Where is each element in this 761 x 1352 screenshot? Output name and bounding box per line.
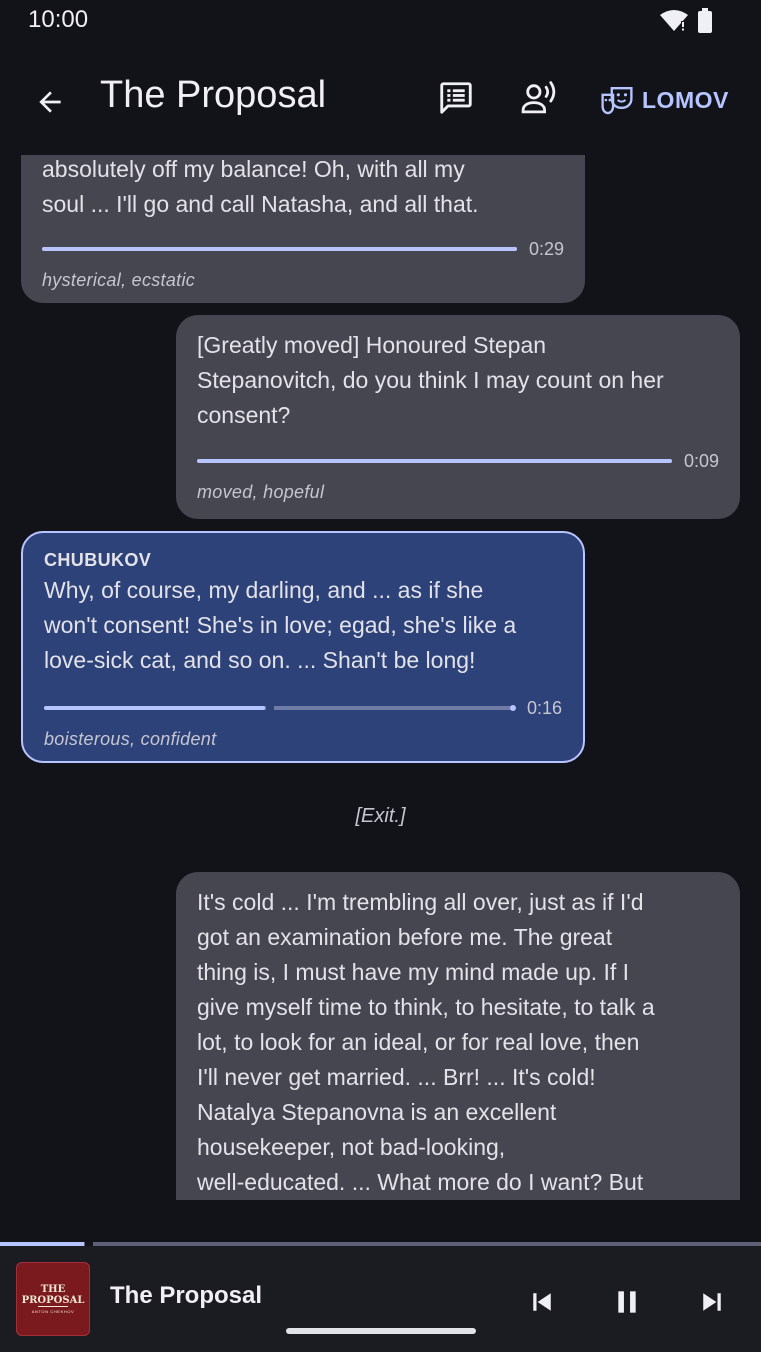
stage-direction: [Exit.] bbox=[355, 805, 406, 827]
playback-progress-gap bbox=[84, 1242, 93, 1246]
pause-button[interactable] bbox=[605, 1280, 649, 1324]
audio-progress-track[interactable] bbox=[42, 247, 517, 251]
speaker-name: CHUBUKOV bbox=[44, 550, 152, 570]
message-line: housekeeper, not bad-looking, bbox=[197, 1134, 506, 1160]
script-view-button[interactable] bbox=[434, 76, 478, 120]
role-label: LOMOV bbox=[642, 86, 729, 113]
audio-progress-track[interactable] bbox=[44, 704, 516, 712]
back-button[interactable] bbox=[28, 80, 72, 124]
voice-icon bbox=[521, 81, 556, 114]
audio-duration: 0:16 bbox=[526, 697, 562, 718]
audio-progress-track[interactable] bbox=[197, 459, 672, 463]
message-line: give myself time to think, to hesitate, … bbox=[197, 994, 655, 1020]
emotion-tags: moved, hopeful bbox=[197, 482, 325, 502]
message-line: won't consent! She's in love; egad, she'… bbox=[44, 612, 517, 638]
message-line: thing is, I must have my mind made up. I… bbox=[197, 959, 630, 985]
message-bubble[interactable]: absolutely off my balance! Oh, with all … bbox=[21, 155, 585, 303]
voice-settings-button[interactable] bbox=[518, 76, 562, 120]
page-title: The Proposal bbox=[100, 74, 327, 116]
home-indicator[interactable] bbox=[286, 1328, 476, 1334]
message-line: absolutely off my balance! Oh, with all … bbox=[42, 156, 465, 182]
arrow-back-icon bbox=[39, 91, 61, 113]
audio-progress-end-dot bbox=[509, 705, 516, 711]
message-line: consent? bbox=[197, 402, 291, 428]
message-line: lot, to look for an ideal, or for real l… bbox=[197, 1029, 640, 1055]
message-line: Stepanovitch, do you think I may count o… bbox=[197, 367, 664, 393]
audio-progress-fill bbox=[44, 706, 266, 710]
mini-player[interactable]: THE PROPOSAL ANTON CHEKHOV The Proposal bbox=[0, 1242, 761, 1352]
message-line: love-sick cat, and so on. ... Shan't be … bbox=[44, 647, 476, 673]
skip-previous-icon bbox=[533, 1293, 551, 1311]
audio-progress[interactable]: 0:29 bbox=[42, 238, 564, 260]
message-line: Natalya Stepanovna is an excellent bbox=[197, 1099, 557, 1125]
message-line: I'll never get married. ... Brr! ... It'… bbox=[197, 1064, 596, 1090]
book-cover[interactable]: THE PROPOSAL ANTON CHEKHOV bbox=[16, 1262, 90, 1336]
cover-divider bbox=[38, 1306, 68, 1307]
audio-progress-fill bbox=[42, 247, 517, 251]
message-line: well-educated. ... What more do I want? … bbox=[197, 1169, 644, 1195]
skip-next-icon bbox=[703, 1293, 721, 1311]
message-line: Why, of course, my darling, and ... as i… bbox=[44, 577, 484, 603]
battery-icon bbox=[697, 8, 713, 39]
status-time: 10:00 bbox=[28, 6, 89, 33]
message-bubble[interactable]: It's cold ... I'm trembling all over, ju… bbox=[176, 872, 740, 1200]
emotion-tags: boisterous, confident bbox=[44, 729, 217, 749]
pause-icon bbox=[618, 1291, 636, 1313]
status-bar: 10:00 bbox=[0, 0, 761, 42]
audio-duration: 0:29 bbox=[528, 238, 564, 259]
audio-duration: 0:09 bbox=[683, 450, 719, 471]
next-button[interactable] bbox=[690, 1280, 734, 1324]
emotion-tags: hysterical, ecstatic bbox=[42, 270, 196, 290]
script-message-list[interactable]: absolutely off my balance! Oh, with all … bbox=[0, 155, 761, 1200]
audio-progress[interactable]: 0:16 bbox=[44, 697, 562, 719]
message-line: got an examination before me. The great bbox=[197, 924, 613, 950]
cover-title: THE PROPOSAL bbox=[21, 1284, 85, 1306]
message-line: [Greatly moved] Honoured Stepan bbox=[197, 332, 547, 358]
message-line: It's cold ... I'm trembling all over, ju… bbox=[197, 889, 644, 915]
wifi-icon bbox=[659, 9, 689, 38]
audio-progress[interactable]: 0:09 bbox=[197, 450, 719, 472]
status-icons bbox=[659, 8, 713, 39]
playback-progress[interactable] bbox=[0, 1242, 761, 1246]
role-selector-button[interactable]: LOMOV bbox=[600, 80, 729, 120]
message-bubble[interactable]: [Greatly moved] Honoured Stepan Stepanov… bbox=[176, 315, 740, 519]
playback-progress-fill bbox=[0, 1242, 84, 1246]
previous-button[interactable] bbox=[520, 1280, 564, 1324]
app-bar: The Proposal LOMOV bbox=[0, 58, 761, 138]
script-icon bbox=[440, 82, 472, 114]
player-title: The Proposal bbox=[110, 1282, 263, 1309]
audio-progress-fill bbox=[197, 459, 672, 463]
cover-author: ANTON CHEKHOV bbox=[31, 1309, 75, 1314]
message-bubble-active[interactable]: CHUBUKOV Why, of course, my darling, and… bbox=[21, 531, 585, 763]
theater-masks-icon bbox=[601, 87, 633, 115]
message-line: soul ... I'll go and call Natasha, and a… bbox=[42, 191, 479, 217]
audio-progress-gap bbox=[266, 704, 275, 712]
